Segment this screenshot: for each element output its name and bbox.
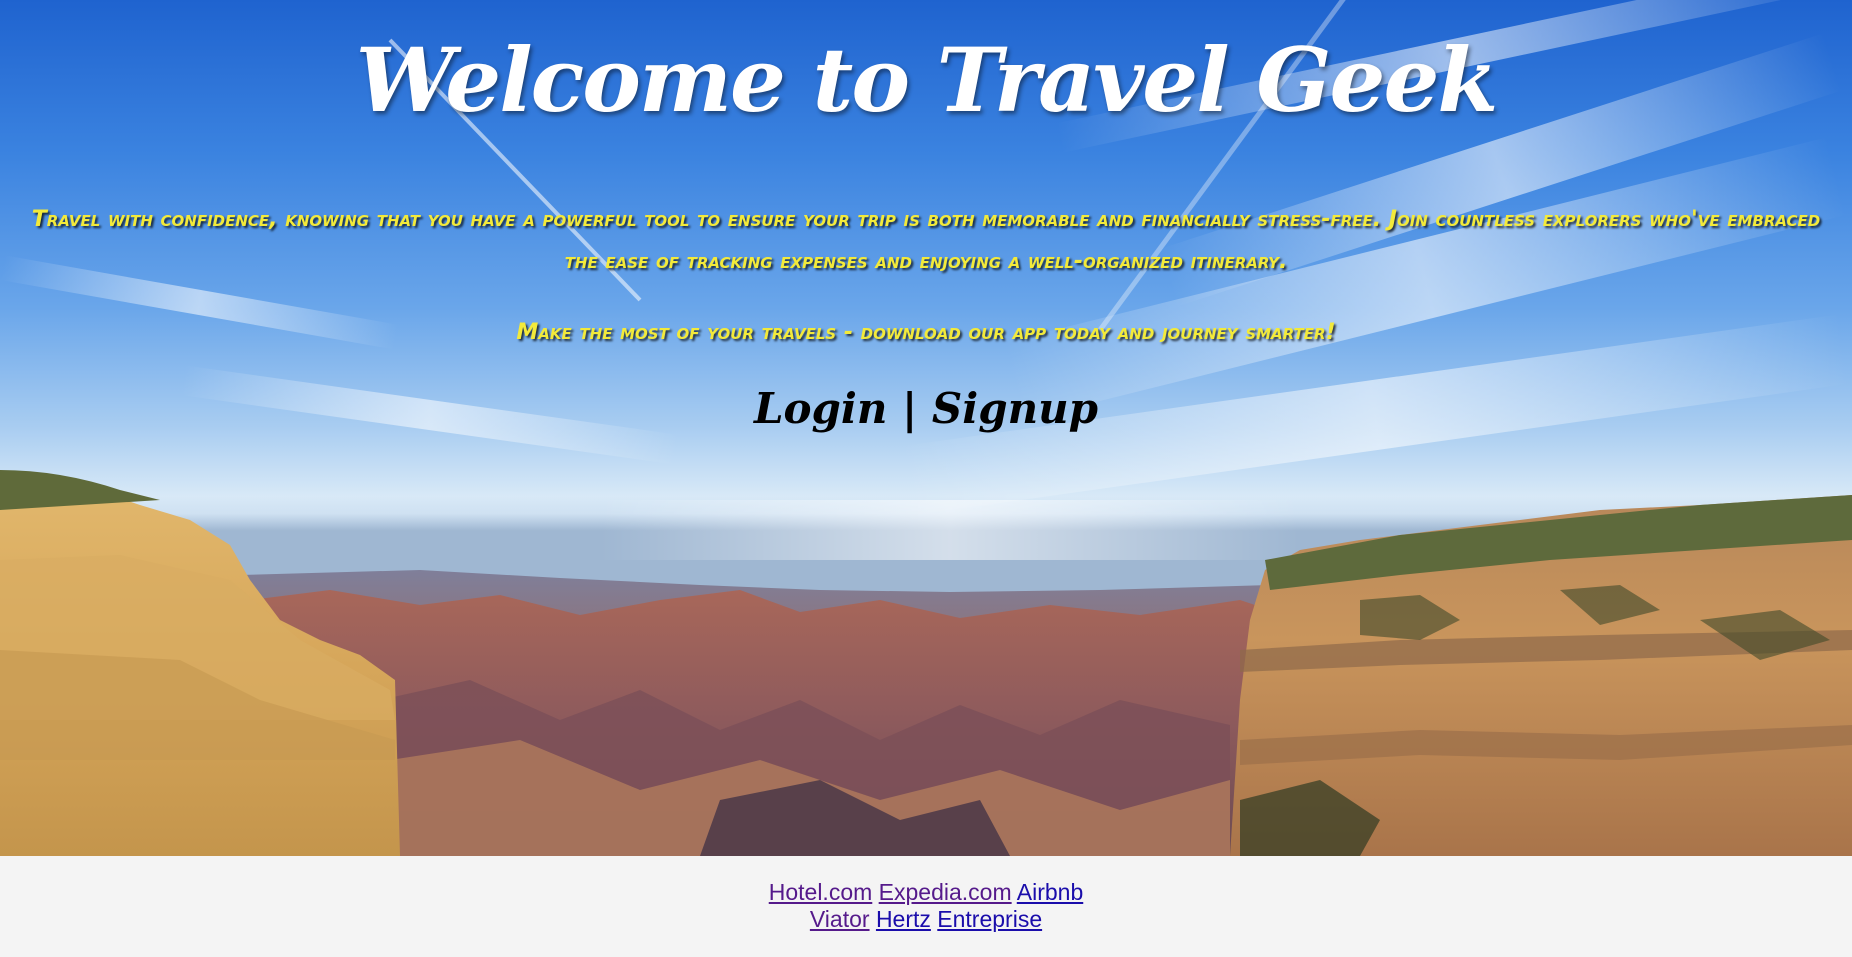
hotel-com-link[interactable]: Hotel.com: [769, 879, 873, 905]
download-cta-text: Make the most of your travels - download…: [516, 320, 1336, 345]
login-link[interactable]: Login: [754, 384, 887, 433]
footer-row-2: Viator Hertz Entreprise: [0, 906, 1852, 933]
page-title: Welcome to Travel Geek: [355, 28, 1499, 132]
entreprise-link[interactable]: Entreprise: [937, 906, 1042, 932]
intro-paragraph: Travel with confidence, knowing that you…: [31, 207, 1821, 274]
hero-banner: Welcome to Travel Geek Travel with confi…: [0, 0, 1852, 856]
airbnb-link[interactable]: Airbnb: [1017, 879, 1083, 905]
footer-partner-links: Hotel.com Expedia.com Airbnb Viator Hert…: [0, 856, 1852, 957]
auth-separator: |: [902, 384, 918, 433]
auth-links: Login | Signup: [0, 384, 1852, 433]
footer-row-1: Hotel.com Expedia.com Airbnb: [0, 879, 1852, 906]
signup-link[interactable]: Signup: [932, 384, 1098, 433]
viator-link[interactable]: Viator: [810, 906, 870, 932]
expedia-link[interactable]: Expedia.com: [879, 879, 1012, 905]
hertz-link[interactable]: Hertz: [876, 906, 931, 932]
